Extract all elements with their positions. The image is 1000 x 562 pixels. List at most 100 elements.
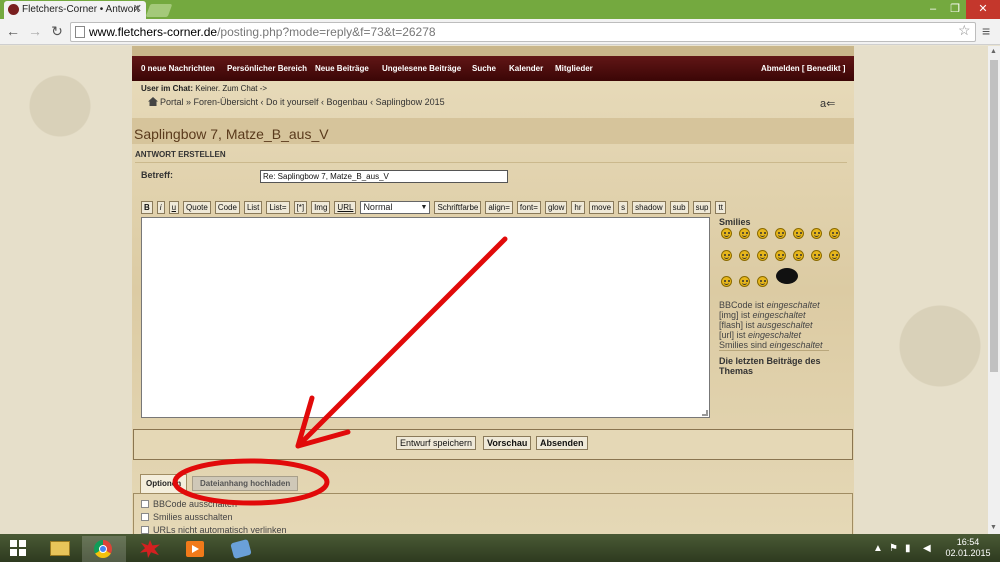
scrollbar-thumb[interactable] bbox=[990, 60, 998, 372]
smiley-icon[interactable] bbox=[811, 228, 822, 239]
page-title[interactable]: Saplingbow 7, Matze_B_aus_V bbox=[134, 126, 329, 142]
windows-start-icon[interactable] bbox=[10, 540, 26, 556]
checkbox[interactable] bbox=[141, 500, 149, 508]
red-app-icon[interactable] bbox=[128, 536, 172, 562]
nav-calendar[interactable]: Kalender bbox=[509, 64, 543, 73]
clock-time: 16:54 bbox=[956, 537, 980, 547]
list-ordered-button[interactable]: List= bbox=[266, 201, 290, 214]
tab-options[interactable]: Optionen bbox=[140, 474, 188, 493]
smiley-icon[interactable] bbox=[829, 228, 840, 239]
checkbox[interactable] bbox=[141, 526, 149, 534]
scroll-down-icon[interactable]: ▼ bbox=[990, 524, 997, 531]
bookmark-star-icon[interactable]: ☆ bbox=[958, 22, 971, 39]
nav-personal-area[interactable]: Persönlicher Bereich bbox=[227, 64, 307, 73]
smiley-icon[interactable] bbox=[757, 276, 768, 287]
smiley-icon[interactable] bbox=[739, 250, 750, 261]
chat-status: User im Chat: Keiner. Zum Chat -> bbox=[141, 84, 267, 93]
font-color-button[interactable]: Schriftfarbe bbox=[434, 201, 482, 214]
smiley-icon[interactable] bbox=[793, 228, 804, 239]
bbcode-toolbar: Bi u Quote Code List List= [*] Img URL Normal ▼ Sch… bbox=[141, 201, 730, 214]
strike-button[interactable]: s bbox=[618, 201, 629, 214]
align-button[interactable]: align= bbox=[485, 201, 513, 214]
nav-members[interactable]: Mitglieder bbox=[555, 64, 593, 73]
minimize-icon[interactable]: – bbox=[922, 0, 944, 19]
list-button[interactable]: List bbox=[243, 201, 263, 214]
nav-logout[interactable]: Abmelden [ Benedikt ] bbox=[761, 64, 845, 73]
font-size-icon[interactable]: a⇐ bbox=[820, 97, 835, 110]
option-no-autolink[interactable]: URLs nicht automatisch verlinken bbox=[141, 525, 287, 534]
nav-new-messages[interactable]: 0 neue Nachrichten bbox=[141, 64, 215, 73]
bold-button[interactable]: B bbox=[141, 201, 153, 214]
chrome-menu-icon[interactable]: ≡ bbox=[982, 23, 990, 39]
sup-button[interactable]: sup bbox=[692, 201, 712, 214]
underline-button[interactable]: u bbox=[168, 201, 180, 214]
tray-arrow-icon[interactable]: ▲ bbox=[873, 543, 883, 554]
smiley-icon[interactable] bbox=[793, 250, 804, 261]
smiley-icon[interactable] bbox=[739, 276, 750, 287]
option-disable-smilies[interactable]: Smilies ausschalten bbox=[141, 512, 233, 522]
code-button[interactable]: Code bbox=[214, 201, 240, 214]
smiley-icon[interactable] bbox=[775, 228, 786, 239]
paint-icon[interactable] bbox=[220, 536, 264, 562]
glow-button[interactable]: glow bbox=[544, 201, 568, 214]
preview-button[interactable]: Vorschau bbox=[483, 436, 532, 450]
sub-button[interactable]: sub bbox=[669, 201, 689, 214]
file-explorer-icon[interactable] bbox=[38, 536, 82, 562]
url-button[interactable]: URL bbox=[334, 201, 357, 214]
hr-button[interactable]: hr bbox=[571, 201, 585, 214]
flag-icon[interactable]: ⚑ bbox=[889, 543, 898, 554]
smiley-icon[interactable] bbox=[829, 250, 840, 261]
back-arrow-icon[interactable]: ← bbox=[4, 22, 22, 40]
media-player-icon[interactable] bbox=[174, 536, 218, 562]
tab-attachment-upload[interactable]: Dateianhang hochladen bbox=[192, 476, 299, 491]
font-button[interactable]: font= bbox=[516, 201, 541, 214]
nav-new-posts[interactable]: Neue Beiträge bbox=[315, 64, 369, 73]
status-prefix: [flash] ist bbox=[719, 320, 758, 330]
breadcrumb-text[interactable]: Portal » Foren-Übersicht ‹ Do it yoursel… bbox=[160, 97, 445, 107]
page-scrollbar[interactable]: ▲ ▼ bbox=[988, 46, 1000, 534]
smiley-icon[interactable] bbox=[721, 276, 732, 287]
save-draft-button[interactable]: Entwurf speichern bbox=[396, 436, 477, 450]
subject-label: Betreff: bbox=[141, 170, 174, 180]
home-icon[interactable] bbox=[148, 97, 158, 106]
volume-icon[interactable]: ◀ bbox=[923, 543, 931, 554]
reload-icon[interactable]: ↻ bbox=[48, 22, 66, 40]
chrome-icon[interactable] bbox=[82, 536, 126, 562]
smiley-icon[interactable] bbox=[739, 228, 750, 239]
breadcrumb: Portal » Foren-Übersicht ‹ Do it yoursel… bbox=[148, 97, 445, 107]
forward-arrow-icon[interactable]: → bbox=[26, 22, 44, 40]
smiley-icon[interactable] bbox=[721, 250, 732, 261]
quote-button[interactable]: Quote bbox=[183, 201, 211, 214]
network-icon[interactable]: ▮ bbox=[905, 543, 911, 554]
submit-button[interactable]: Absenden bbox=[536, 436, 588, 450]
smiley-icon[interactable] bbox=[757, 250, 768, 261]
maximize-icon[interactable]: ❐ bbox=[944, 0, 966, 19]
afro-smiley-icon[interactable] bbox=[776, 268, 798, 284]
smiley-icon[interactable] bbox=[811, 250, 822, 261]
nav-unread-posts[interactable]: Ungelesene Beiträge bbox=[382, 64, 461, 73]
move-button[interactable]: move bbox=[588, 201, 615, 214]
smiley-icon[interactable] bbox=[721, 228, 732, 239]
font-size-select[interactable]: Normal ▼ bbox=[360, 201, 431, 214]
chat-link[interactable]: Keiner. Zum Chat -> bbox=[195, 84, 267, 93]
option-disable-bbcode[interactable]: BBCode ausschalten bbox=[141, 499, 237, 509]
resize-grip-icon[interactable] bbox=[702, 410, 708, 416]
smiley-icon[interactable] bbox=[757, 228, 768, 239]
address-bar[interactable]: www.fletchers-corner.de/posting.php?mode… bbox=[70, 22, 976, 42]
taskbar-clock[interactable]: 16:54 02.01.2015 bbox=[940, 537, 996, 559]
list-item-button[interactable]: [*] bbox=[293, 201, 308, 214]
shadow-button[interactable]: shadow bbox=[632, 201, 666, 214]
close-tab-icon[interactable]: ✕ bbox=[133, 1, 142, 18]
checkbox[interactable] bbox=[141, 513, 149, 521]
subject-input[interactable]: Re: Saplingbow 7, Matze_B_aus_V bbox=[260, 170, 508, 183]
close-window-icon[interactable]: ✕ bbox=[966, 0, 1000, 19]
scroll-up-icon[interactable]: ▲ bbox=[990, 48, 997, 55]
italic-button[interactable]: i bbox=[156, 201, 165, 214]
img-button[interactable]: Img bbox=[311, 201, 331, 214]
smiley-icon[interactable] bbox=[775, 250, 786, 261]
nav-search[interactable]: Suche bbox=[472, 64, 496, 73]
tt-button[interactable]: tt bbox=[715, 201, 726, 214]
message-textarea[interactable] bbox=[141, 217, 710, 418]
new-tab-button[interactable] bbox=[145, 4, 173, 17]
browser-tab[interactable]: Fletchers-Corner • Antwort ✕ bbox=[4, 1, 146, 19]
